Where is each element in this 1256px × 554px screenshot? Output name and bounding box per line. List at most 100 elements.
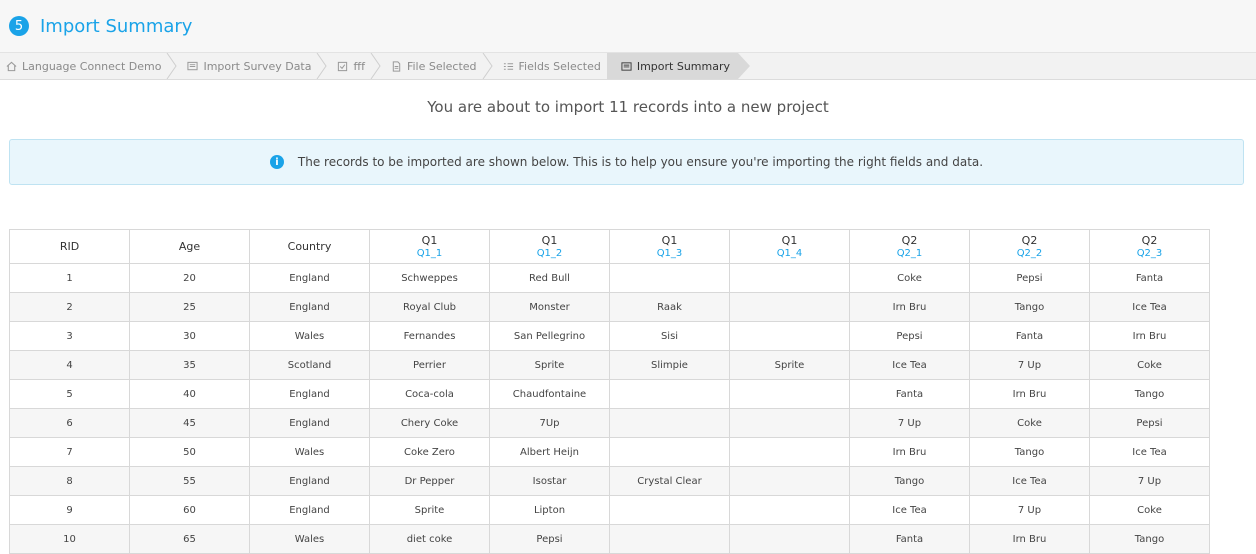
column-header: Q2 Q2_2 xyxy=(969,229,1090,264)
table-cell: Red Bull xyxy=(489,263,610,293)
info-alert: i The records to be imported are shown b… xyxy=(9,139,1244,185)
column-sublabel: Q1_4 xyxy=(776,248,803,259)
table-row: 1 20 England Schweppes Red Bull Coke Pepsi Fant… xyxy=(9,263,1210,293)
table-cell: 25 xyxy=(129,292,250,322)
summary-icon xyxy=(621,61,632,72)
table-cell xyxy=(729,408,850,438)
table-cell xyxy=(609,408,730,438)
column-label: Q2 xyxy=(1141,234,1158,247)
breadcrumb-label: File Selected xyxy=(406,59,477,73)
table-cell: Tango xyxy=(969,437,1090,467)
info-icon: i xyxy=(269,155,284,169)
table-cell: Pepsi xyxy=(489,524,610,554)
header: 5 Import Summary xyxy=(0,0,1256,53)
breadcrumb-item-fields-selected[interactable]: Fields Selected xyxy=(495,53,607,79)
fields-icon xyxy=(503,61,514,72)
table-body: 1 20 England Schweppes Red Bull Coke Pepsi Fant… xyxy=(9,263,1210,554)
table-cell: Coke xyxy=(969,408,1090,438)
column-header: Q1 Q1_1 xyxy=(369,229,490,264)
table-cell: 50 xyxy=(129,437,250,467)
table-row: 4 35 Scotland Perrier Sprite Slimpie Sprite Ice… xyxy=(9,350,1210,380)
survey-icon xyxy=(187,61,199,72)
table-cell: 7 Up xyxy=(1089,466,1210,496)
home-icon xyxy=(6,61,17,72)
breadcrumb-item-file-selected[interactable]: File Selected xyxy=(383,53,495,79)
table-cell: 45 xyxy=(129,408,250,438)
column-header: Q2 Q2_3 xyxy=(1089,229,1210,264)
column-sublabel: Q1_2 xyxy=(536,248,563,259)
table-cell: Fanta xyxy=(969,321,1090,351)
table-cell: Chery Coke xyxy=(369,408,490,438)
table-cell: England xyxy=(249,379,370,409)
table-cell: England xyxy=(249,408,370,438)
breadcrumb-item-import-survey-data[interactable]: Import Survey Data xyxy=(179,53,329,79)
table-cell xyxy=(729,263,850,293)
breadcrumb-item-fff[interactable]: fff xyxy=(329,53,382,79)
breadcrumb-separator xyxy=(167,53,178,79)
breadcrumb-separator xyxy=(482,53,493,79)
table-cell: Ice Tea xyxy=(1089,437,1210,467)
table-cell: 3 xyxy=(9,321,130,351)
table-cell: Pepsi xyxy=(1089,408,1210,438)
column-label: Q2 xyxy=(901,234,918,247)
table-cell: Tango xyxy=(1089,524,1210,554)
table-cell: 4 xyxy=(9,350,130,380)
table-cell: Coke xyxy=(1089,495,1210,525)
column-header: Q2 Q2_1 xyxy=(849,229,970,264)
table-cell xyxy=(609,263,730,293)
table-cell: England xyxy=(249,495,370,525)
table-cell: Fanta xyxy=(849,524,970,554)
table-cell: Ice Tea xyxy=(849,495,970,525)
table-cell: 7 Up xyxy=(969,350,1090,380)
breadcrumb-item-import-summary[interactable]: Import Summary xyxy=(606,53,751,79)
table-cell: Royal Club xyxy=(369,292,490,322)
table-cell: Crystal Clear xyxy=(609,466,730,496)
table-cell: 60 xyxy=(129,495,250,525)
table-cell: Fernandes xyxy=(369,321,490,351)
table-cell: Irn Bru xyxy=(969,524,1090,554)
table-cell: Slimpie xyxy=(609,350,730,380)
table-cell: Coke xyxy=(1089,350,1210,380)
column-label: Q2 xyxy=(1021,234,1038,247)
table-cell: Fanta xyxy=(1089,263,1210,293)
checkbox-icon xyxy=(337,61,348,72)
table-cell: 55 xyxy=(129,466,250,496)
column-label: Q1 xyxy=(541,234,558,247)
table-cell xyxy=(729,466,850,496)
table-cell xyxy=(609,437,730,467)
breadcrumb-item-language-connect-demo[interactable]: Language Connect Demo xyxy=(0,53,179,79)
table-cell: Schweppes xyxy=(369,263,490,293)
breadcrumb-label: fff xyxy=(353,59,365,73)
column-header: Age xyxy=(129,229,250,264)
table-cell: Perrier xyxy=(369,350,490,380)
table-cell: Wales xyxy=(249,524,370,554)
column-sublabel: Q2_2 xyxy=(1016,248,1043,259)
table-cell: Tango xyxy=(1089,379,1210,409)
table-cell: 20 xyxy=(129,263,250,293)
table-cell: 5 xyxy=(9,379,130,409)
table-cell xyxy=(729,437,850,467)
table-cell xyxy=(729,524,850,554)
column-label: RID xyxy=(59,240,80,253)
table-cell: Fanta xyxy=(849,379,970,409)
table-cell: Wales xyxy=(249,437,370,467)
table-cell: 7 Up xyxy=(969,495,1090,525)
table-cell xyxy=(729,292,850,322)
column-header: Q1 Q1_3 xyxy=(609,229,730,264)
breadcrumb-separator xyxy=(370,53,381,79)
table-cell: Irn Bru xyxy=(969,379,1090,409)
table-cell: Pepsi xyxy=(969,263,1090,293)
breadcrumb-label: Import Summary xyxy=(636,59,731,73)
table-cell xyxy=(609,379,730,409)
table-cell xyxy=(729,495,850,525)
table-cell: Irn Bru xyxy=(849,437,970,467)
table-cell xyxy=(609,495,730,525)
table-cell: diet coke xyxy=(369,524,490,554)
table-cell: Lipton xyxy=(489,495,610,525)
table-row: 2 25 England Royal Club Monster Raak Irn Bru Ta… xyxy=(9,292,1210,322)
column-label: Country xyxy=(287,240,332,253)
table-cell: Tango xyxy=(969,292,1090,322)
column-label: Q1 xyxy=(661,234,678,247)
column-sublabel: Q1_1 xyxy=(416,248,443,259)
breadcrumb: Language Connect Demo Import Survey Data… xyxy=(0,53,1256,80)
